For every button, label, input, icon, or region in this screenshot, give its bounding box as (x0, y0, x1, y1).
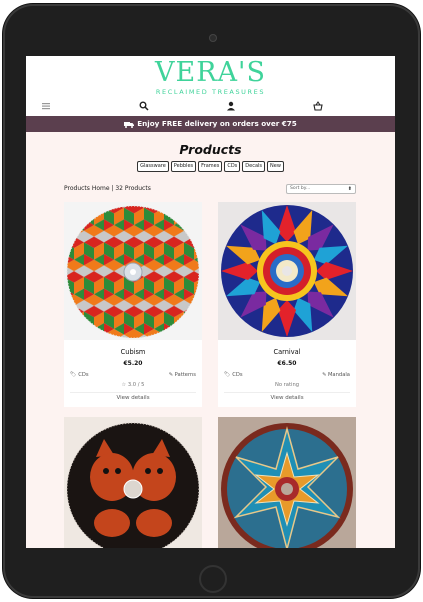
product-image[interactable] (218, 417, 356, 548)
basket-icon[interactable] (313, 101, 323, 111)
brush-icon: ✎ (321, 372, 327, 378)
card-divider (224, 392, 350, 393)
category-filter-bar: Glassware Pebbles Frames CDs Decals New (26, 161, 395, 172)
product-card[interactable] (218, 417, 356, 548)
tag-icon: 🏷 (224, 372, 231, 378)
filter-frames-button[interactable]: Frames (198, 161, 223, 172)
view-details-link[interactable]: View details (64, 395, 202, 401)
brush-icon: ✎ (168, 372, 173, 378)
product-image[interactable] (64, 202, 202, 340)
product-image[interactable] (218, 202, 356, 340)
home-button[interactable] (199, 565, 227, 593)
sort-select[interactable]: Sort by... ⬍ (286, 184, 356, 194)
filter-pebbles-button[interactable]: Pebbles (170, 161, 197, 172)
breadcrumb[interactable]: Products Home | 32 Products (64, 185, 151, 192)
chevron-updown-icon: ⬍ (347, 186, 352, 192)
product-theme[interactable]: ✎ Patterns (169, 372, 196, 378)
tag-icon: 🏷 (70, 372, 77, 378)
product-price: €5.20 (123, 360, 143, 367)
browser-viewport: VERA'S RECLAIMED TREASURES Enjoy FREE de… (26, 56, 395, 548)
product-name[interactable]: Cubism (64, 348, 202, 356)
view-details-link[interactable]: View details (218, 395, 356, 401)
promo-text: Enjoy FREE delivery on orders over €75 (137, 119, 297, 128)
page-title: Products (179, 142, 242, 157)
product-category[interactable]: 🏷 CDs (224, 372, 243, 378)
product-card[interactable]: Carnival €6.50 🏷 CDs ✎ Mandala No rating… (218, 202, 356, 407)
filter-cds-button[interactable]: CDs (224, 161, 241, 172)
card-divider (70, 392, 196, 393)
site-logo[interactable]: VERA'S RECLAIMED TREASURES (26, 57, 395, 97)
star-icon: ☆ (121, 382, 127, 388)
product-price: €6.50 (277, 360, 297, 367)
site-header: VERA'S RECLAIMED TREASURES (26, 56, 395, 116)
logo-wordmark: VERA'S (155, 57, 266, 88)
product-name[interactable]: Carnival (218, 348, 356, 356)
product-theme[interactable]: ✎ Mandala (322, 372, 350, 378)
truck-icon (124, 121, 135, 128)
logo-tagline: RECLAIMED TREASURES (155, 88, 266, 96)
filter-new-button[interactable]: New (267, 161, 284, 172)
product-image[interactable] (64, 417, 202, 548)
hamburger-icon[interactable] (41, 101, 51, 111)
camera-icon (209, 34, 217, 42)
search-icon[interactable] (139, 101, 149, 111)
promo-banner: Enjoy FREE delivery on orders over €75 (26, 116, 395, 132)
product-rating: No rating (274, 382, 300, 388)
product-card[interactable]: Cubism €5.20 🏷 CDs ✎ Patterns ☆ 3.0 / 5 … (64, 202, 202, 407)
product-card[interactable] (64, 417, 202, 548)
filter-decals-button[interactable]: Decals (242, 161, 266, 172)
sort-selected-value: Sort by... (290, 186, 311, 191)
product-rating: ☆ 3.0 / 5 (121, 382, 145, 388)
filter-glassware-button[interactable]: Glassware (137, 161, 169, 172)
user-icon[interactable] (226, 101, 236, 111)
product-category[interactable]: 🏷 CDs (70, 372, 89, 378)
